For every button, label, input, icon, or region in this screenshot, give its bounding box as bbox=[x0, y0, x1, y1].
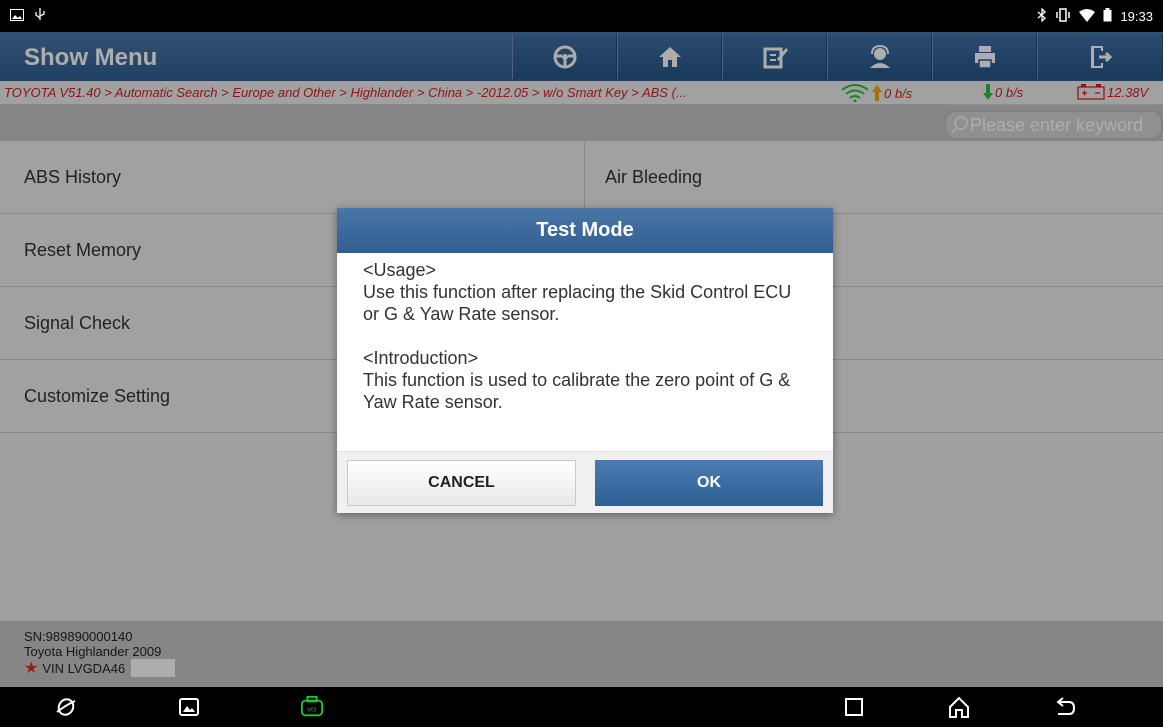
gallery-button[interactable] bbox=[177, 695, 201, 719]
system-nav-bar: VCI bbox=[0, 687, 1163, 727]
usb-icon bbox=[34, 8, 46, 25]
vci-icon: VCI bbox=[300, 695, 324, 717]
clock: 19:33 bbox=[1120, 9, 1153, 24]
image-icon bbox=[10, 9, 24, 24]
vibrate-icon bbox=[1055, 8, 1071, 25]
recents-icon bbox=[845, 698, 863, 716]
dialog-actions: CANCEL OK bbox=[337, 451, 833, 513]
planet-icon bbox=[56, 698, 76, 716]
gallery-icon bbox=[179, 698, 199, 716]
status-bar: 19:33 bbox=[0, 0, 1163, 32]
ok-button[interactable]: OK bbox=[595, 460, 823, 506]
recents-button[interactable] bbox=[842, 695, 866, 719]
wifi-icon bbox=[1079, 8, 1096, 25]
bluetooth-icon bbox=[1037, 7, 1047, 25]
cancel-button[interactable]: CANCEL bbox=[347, 460, 576, 506]
test-mode-dialog: Test Mode <Usage> Use this function afte… bbox=[337, 208, 833, 513]
vci-button[interactable]: VCI bbox=[300, 695, 324, 719]
home-outline-icon bbox=[949, 696, 969, 718]
dialog-body: <Usage> Use this function after replacin… bbox=[337, 253, 833, 451]
dialog-title: Test Mode bbox=[337, 208, 833, 253]
svg-text:VCI: VCI bbox=[307, 708, 317, 714]
usage-text: Use this function after replacing the Sk… bbox=[363, 282, 797, 324]
back-button[interactable] bbox=[1053, 695, 1077, 719]
introduction-header: <Introduction> bbox=[363, 348, 479, 368]
usage-header: <Usage> bbox=[363, 260, 437, 280]
introduction-text: This function is used to calibrate the z… bbox=[363, 370, 795, 412]
battery-icon bbox=[1103, 8, 1112, 25]
back-icon bbox=[1056, 697, 1076, 715]
home-nav-button[interactable] bbox=[947, 695, 971, 719]
browser-button[interactable] bbox=[54, 695, 78, 719]
